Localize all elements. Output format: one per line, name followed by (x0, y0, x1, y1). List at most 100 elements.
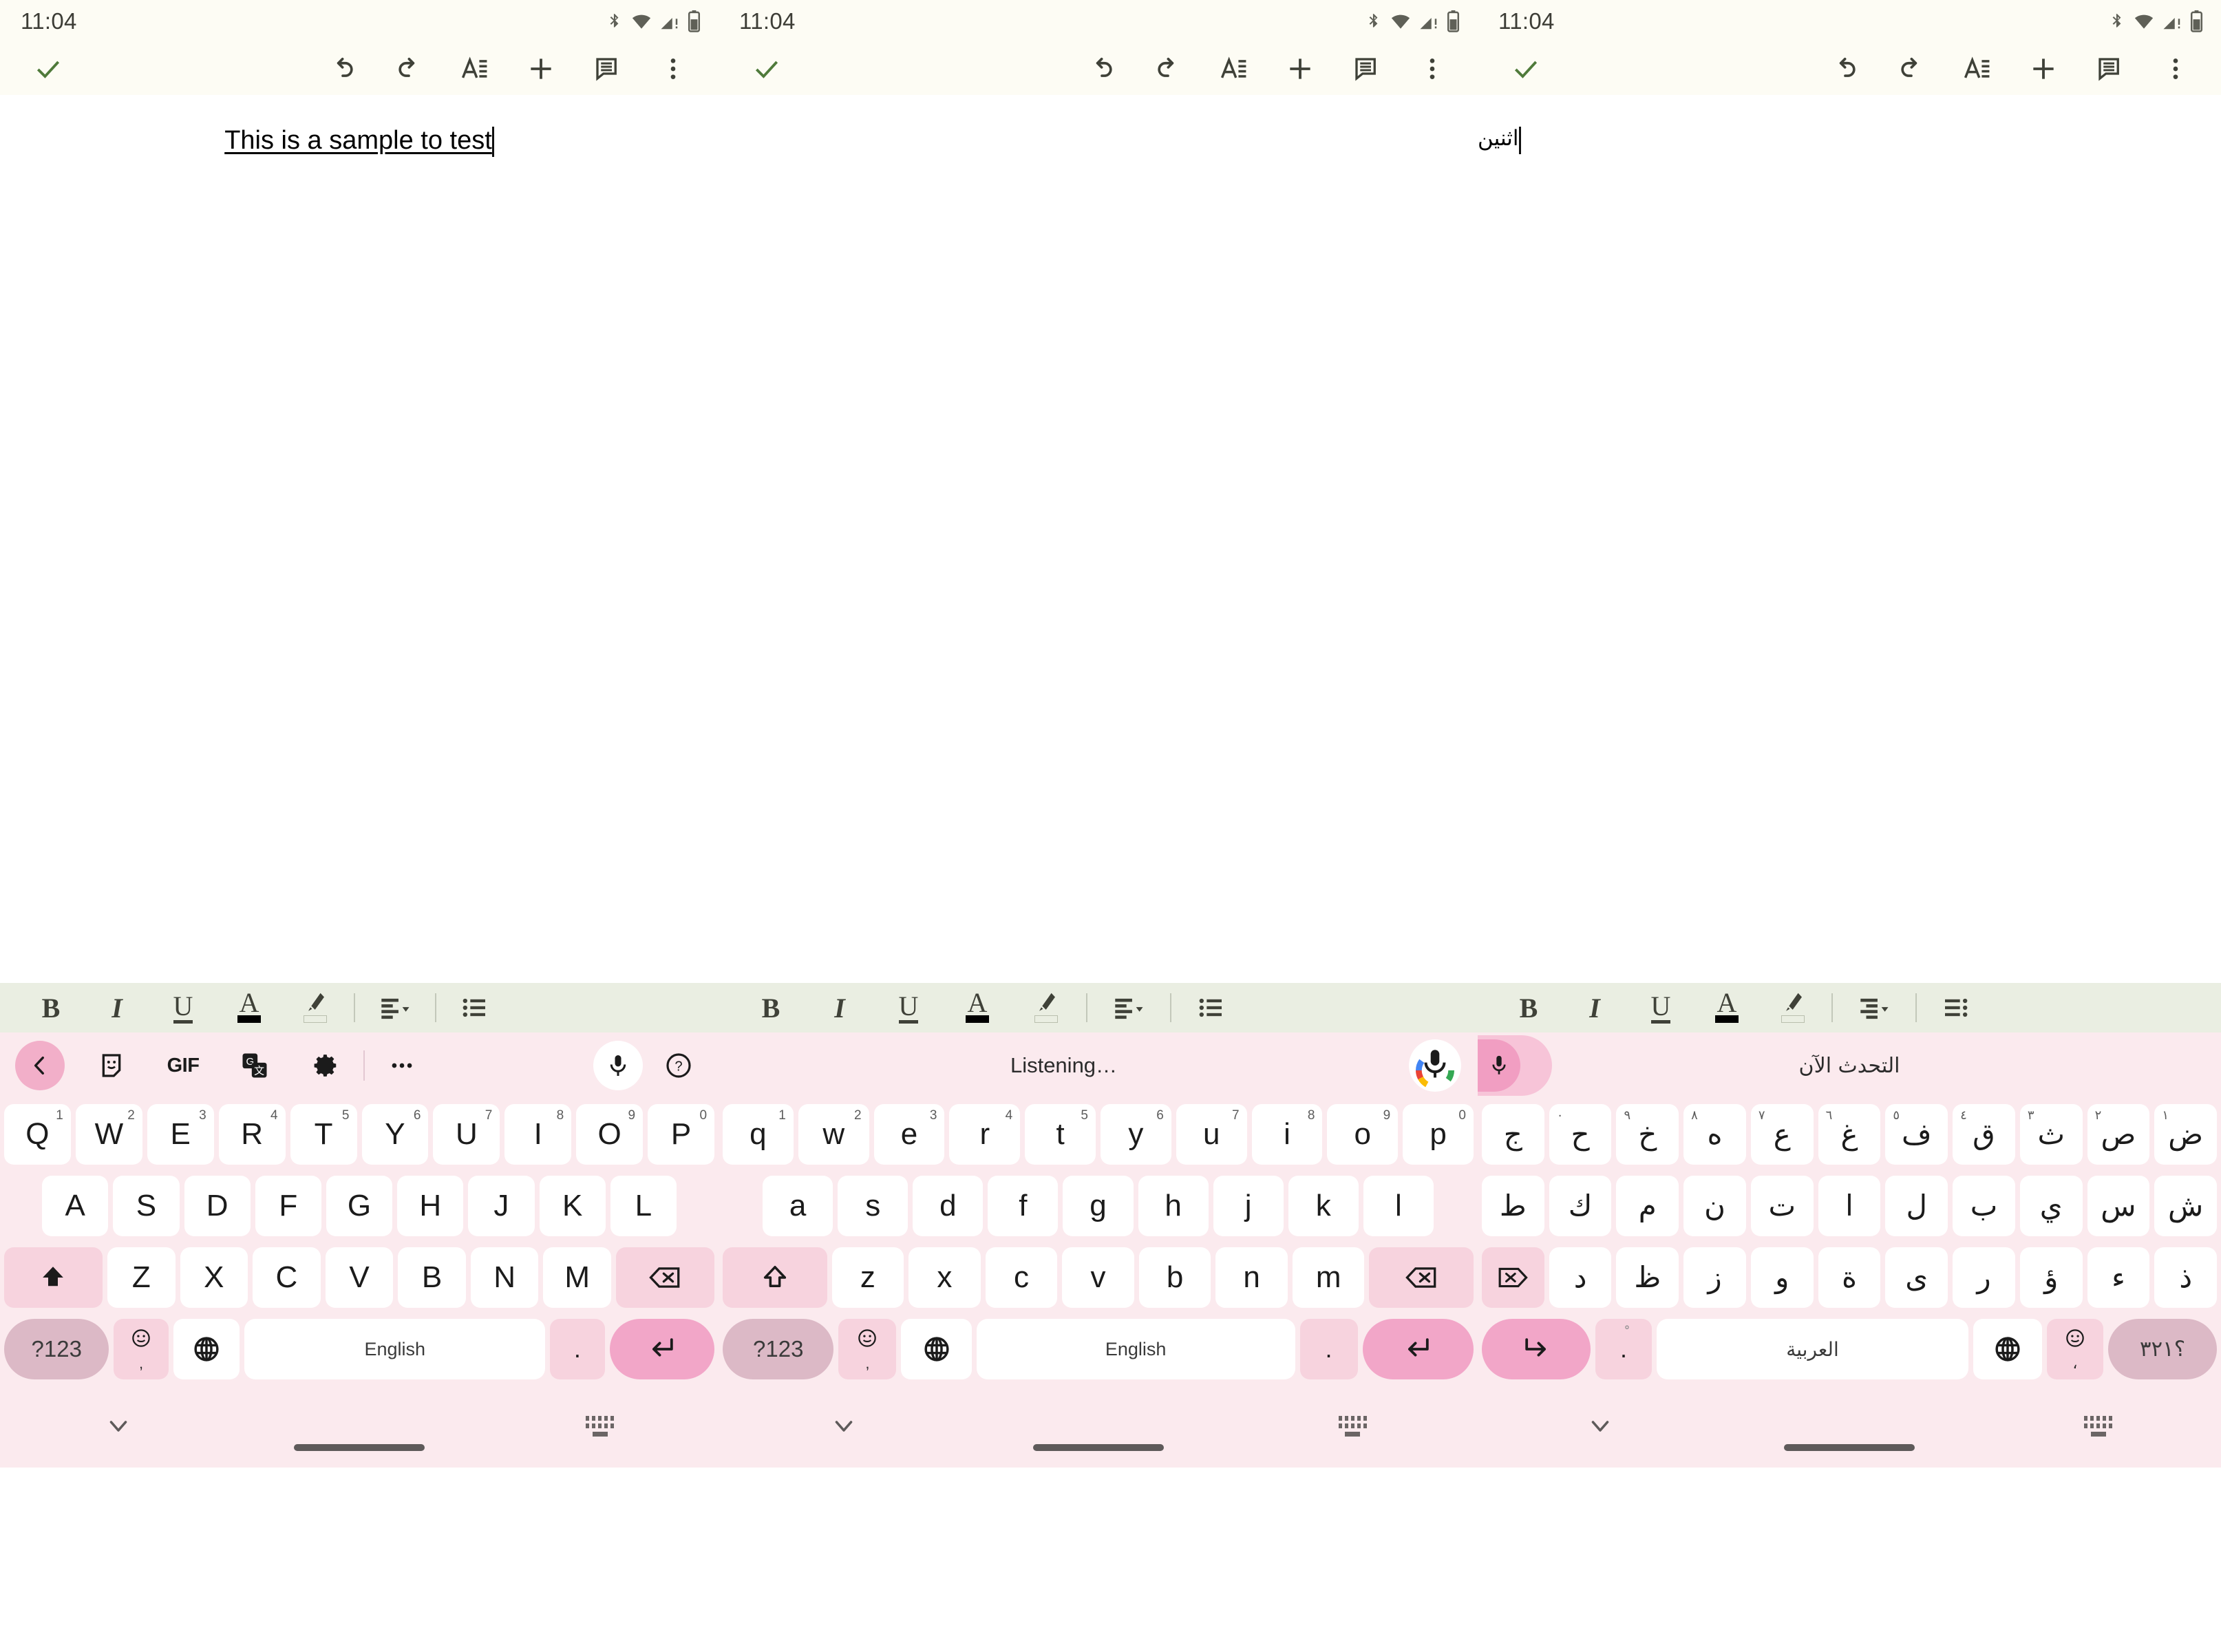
align-button-2[interactable] (1093, 983, 1165, 1032)
key-ar-ain[interactable]: ٧ع (1750, 1104, 1814, 1165)
key-ar-noon[interactable]: ن (1683, 1176, 1746, 1236)
space-key[interactable]: English (244, 1319, 546, 1379)
key-ar-sad[interactable]: ٢ص (2087, 1104, 2150, 1165)
key-m[interactable]: m (1292, 1247, 1365, 1308)
text-color-button-3[interactable]: A (1694, 983, 1760, 1032)
key-ar-fa[interactable]: ٥ف (1885, 1104, 1948, 1165)
backspace-key[interactable] (1369, 1247, 1474, 1308)
hide-keyboard-button[interactable] (0, 1417, 237, 1435)
key-ar-sheen[interactable]: ش (2154, 1176, 2218, 1236)
insert-button[interactable] (508, 43, 574, 95)
hide-keyboard-button-3[interactable] (1478, 1417, 1723, 1435)
key-l[interactable]: L (610, 1176, 677, 1236)
text-color-button[interactable]: A (216, 983, 282, 1032)
key-n[interactable]: N (470, 1247, 539, 1308)
overflow-menu-button-3[interactable] (2143, 43, 2209, 95)
key-ar-hha[interactable]: ٠ح (1549, 1104, 1612, 1165)
underline-button[interactable]: U (150, 983, 216, 1032)
gif-button[interactable]: GIF (158, 1041, 208, 1090)
key-ar-hamza[interactable]: ء (2087, 1247, 2150, 1308)
language-switch-key-ar[interactable] (1973, 1319, 2042, 1379)
key-d[interactable]: d (913, 1176, 984, 1236)
highlight-button-3[interactable] (1760, 983, 1826, 1032)
backspace-key[interactable] (616, 1247, 714, 1308)
key-r[interactable]: 4R (218, 1104, 286, 1165)
key-g[interactable]: G (326, 1176, 393, 1236)
key-ar-tah[interactable]: ط (1481, 1176, 1544, 1236)
overflow-menu-button[interactable] (640, 43, 706, 95)
key-h[interactable]: h (1138, 1176, 1209, 1236)
emoji-key-ar[interactable]: ، (2046, 1319, 2104, 1379)
text-format-button-3[interactable] (1944, 43, 2010, 95)
key-ar-qaf[interactable]: ٤ق (1953, 1104, 2015, 1165)
list-button[interactable] (442, 983, 508, 1032)
undo-button-2[interactable] (1069, 43, 1135, 95)
key-b[interactable]: B (398, 1247, 466, 1308)
key-w[interactable]: 2w (798, 1104, 869, 1165)
key-ar-kaf[interactable]: ك (1549, 1176, 1612, 1236)
key-y[interactable]: 6y (1101, 1104, 1171, 1165)
key-ar-ta-marbuta[interactable]: ة (1818, 1247, 1881, 1308)
undo-button-3[interactable] (1812, 43, 1878, 95)
accept-changes-button-2[interactable] (719, 54, 815, 84)
space-key-ar[interactable]: العربية (1657, 1319, 1968, 1379)
period-key[interactable]: . (1299, 1319, 1358, 1379)
key-d[interactable]: D (184, 1176, 251, 1236)
key-f[interactable]: f (988, 1176, 1059, 1236)
redo-button-3[interactable] (1878, 43, 1944, 95)
key-q[interactable]: 1Q (3, 1104, 71, 1165)
key-f[interactable]: F (255, 1176, 321, 1236)
italic-button-2[interactable]: I (805, 983, 874, 1032)
key-n[interactable]: n (1215, 1247, 1288, 1308)
hide-keyboard-button-2[interactable] (719, 1417, 969, 1435)
key-ar-alef-maqsura[interactable]: ى (1885, 1247, 1948, 1308)
redo-button-2[interactable] (1135, 43, 1201, 95)
comment-button-2[interactable] (1333, 43, 1399, 95)
voice-input-button[interactable] (593, 1041, 643, 1090)
key-t[interactable]: 5t (1025, 1104, 1096, 1165)
key-a[interactable]: A (42, 1176, 109, 1236)
key-v[interactable]: V (325, 1247, 394, 1308)
key-l[interactable]: l (1363, 1176, 1434, 1236)
italic-button[interactable]: I (84, 983, 150, 1032)
keyboard-back-button[interactable] (15, 1041, 65, 1090)
key-p[interactable]: 0p (1403, 1104, 1474, 1165)
accept-changes-button-3[interactable] (1478, 54, 1574, 84)
key-j[interactable]: j (1213, 1176, 1284, 1236)
key-o[interactable]: 9O (576, 1104, 644, 1165)
overflow-menu-button-2[interactable] (1399, 43, 1465, 95)
key-t[interactable]: 5T (290, 1104, 357, 1165)
key-ar-ba[interactable]: ب (1953, 1176, 2015, 1236)
emoji-key[interactable]: , (114, 1319, 169, 1379)
switch-keyboard-button[interactable] (481, 1416, 719, 1437)
keyboard-settings-button[interactable] (301, 1041, 351, 1090)
key-ar-kha[interactable]: ٩خ (1616, 1104, 1679, 1165)
help-button[interactable]: ? (654, 1041, 703, 1090)
key-x[interactable]: X (180, 1247, 248, 1308)
language-switch-key[interactable] (173, 1319, 240, 1379)
key-ar-dal[interactable]: د (1549, 1247, 1612, 1308)
document-canvas-2[interactable] (719, 95, 1478, 983)
key-i[interactable]: 8i (1251, 1104, 1323, 1165)
highlight-button[interactable] (282, 983, 348, 1032)
redo-button[interactable] (376, 43, 442, 95)
key-ar-ha[interactable]: ٨ه (1683, 1104, 1746, 1165)
home-indicator-2[interactable] (1032, 1444, 1164, 1451)
highlight-button-2[interactable] (1012, 983, 1081, 1032)
key-ar-tha[interactable]: ٣ث (2019, 1104, 2083, 1165)
key-ar-zain[interactable]: ز (1683, 1247, 1746, 1308)
key-ar-ghain[interactable]: ٦غ (1818, 1104, 1881, 1165)
comment-button-3[interactable] (2076, 43, 2143, 95)
key-i[interactable]: 8I (504, 1104, 572, 1165)
document-canvas-3[interactable]: اثنين (1478, 95, 2221, 983)
text-color-button-2[interactable]: A (943, 983, 1012, 1032)
home-indicator[interactable] (294, 1444, 425, 1451)
voice-mic-button-arabic[interactable] (1478, 1032, 1560, 1099)
key-u[interactable]: 7u (1176, 1104, 1247, 1165)
key-s[interactable]: s (838, 1176, 908, 1236)
emoji-key[interactable]: , (838, 1319, 897, 1379)
key-z[interactable]: Z (107, 1247, 176, 1308)
key-ar-lam[interactable]: ل (1885, 1176, 1948, 1236)
key-k[interactable]: k (1288, 1176, 1359, 1236)
underline-button-2[interactable]: U (874, 983, 943, 1032)
